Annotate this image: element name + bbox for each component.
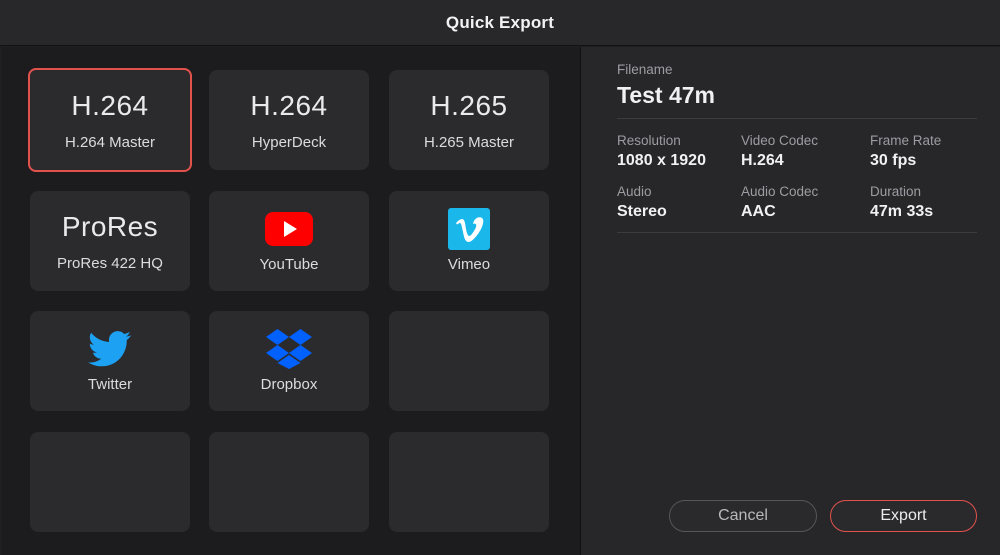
dropbox-icon bbox=[266, 328, 312, 369]
preset-vimeo[interactable]: Vimeo bbox=[389, 191, 549, 291]
preset-label: Twitter bbox=[87, 375, 133, 393]
preset-format-text: H.264 bbox=[250, 89, 328, 121]
preset-label: ProRes 422 HQ bbox=[57, 254, 163, 272]
audio-value: Stereo bbox=[617, 203, 667, 220]
divider bbox=[617, 232, 977, 233]
quick-export-dialog: Quick Export H.264 H.264 Master H.264 Hy… bbox=[0, 0, 1000, 555]
vimeo-icon bbox=[448, 207, 490, 250]
duration-label: Duration bbox=[870, 184, 922, 199]
frame-rate-value: 30 fps bbox=[870, 152, 917, 169]
empty-preset-slot[interactable] bbox=[209, 432, 369, 532]
filename-label: Filename bbox=[617, 62, 673, 77]
preset-format-text: H.265 bbox=[430, 89, 508, 121]
dialog-title: Quick Export bbox=[445, 12, 555, 32]
title-bar: Quick Export bbox=[0, 0, 1000, 46]
duration-value: 47m 33s bbox=[870, 203, 934, 220]
preset-dropbox[interactable]: Dropbox bbox=[209, 311, 369, 411]
twitter-icon bbox=[88, 330, 132, 366]
divider bbox=[617, 118, 977, 119]
audio-codec-label: Audio Codec bbox=[741, 184, 819, 199]
preset-prores-422-hq[interactable]: ProRes ProRes 422 HQ bbox=[30, 191, 190, 291]
empty-preset-slot[interactable] bbox=[30, 432, 190, 532]
preset-youtube[interactable]: YouTube bbox=[209, 191, 369, 291]
video-codec-value: H.264 bbox=[741, 152, 784, 169]
preset-label: YouTube bbox=[259, 255, 319, 273]
youtube-icon bbox=[265, 211, 313, 246]
frame-rate-label: Frame Rate bbox=[870, 133, 942, 148]
preset-label: Dropbox bbox=[260, 375, 318, 393]
preset-label: HyperDeck bbox=[251, 133, 327, 151]
cancel-button[interactable]: Cancel bbox=[669, 500, 817, 532]
preset-label: H.264 Master bbox=[64, 133, 156, 151]
preset-h265-master[interactable]: H.265 H.265 Master bbox=[389, 70, 549, 170]
preset-label: Vimeo bbox=[447, 255, 491, 273]
export-details-panel: Filename Test 47m Resolution 1080 x 1920… bbox=[581, 47, 1000, 555]
video-codec-label: Video Codec bbox=[741, 133, 819, 148]
preset-twitter[interactable]: Twitter bbox=[30, 311, 190, 411]
preset-format-text: H.264 bbox=[71, 89, 149, 121]
preset-format-text: ProRes bbox=[61, 210, 159, 242]
preset-grid: H.264 H.264 Master H.264 HyperDeck H.265… bbox=[2, 47, 580, 555]
audio-label: Audio bbox=[617, 184, 652, 199]
export-button[interactable]: Export bbox=[830, 500, 977, 532]
audio-codec-value: AAC bbox=[741, 203, 776, 220]
resolution-value: 1080 x 1920 bbox=[617, 152, 706, 169]
empty-preset-slot[interactable] bbox=[389, 311, 549, 411]
resolution-label: Resolution bbox=[617, 133, 681, 148]
preset-label: H.265 Master bbox=[423, 133, 515, 151]
preset-hyperdeck[interactable]: H.264 HyperDeck bbox=[209, 70, 369, 170]
empty-preset-slot[interactable] bbox=[389, 432, 549, 532]
filename-value: Test 47m bbox=[617, 82, 716, 108]
preset-h264-master[interactable]: H.264 H.264 Master bbox=[28, 68, 192, 172]
